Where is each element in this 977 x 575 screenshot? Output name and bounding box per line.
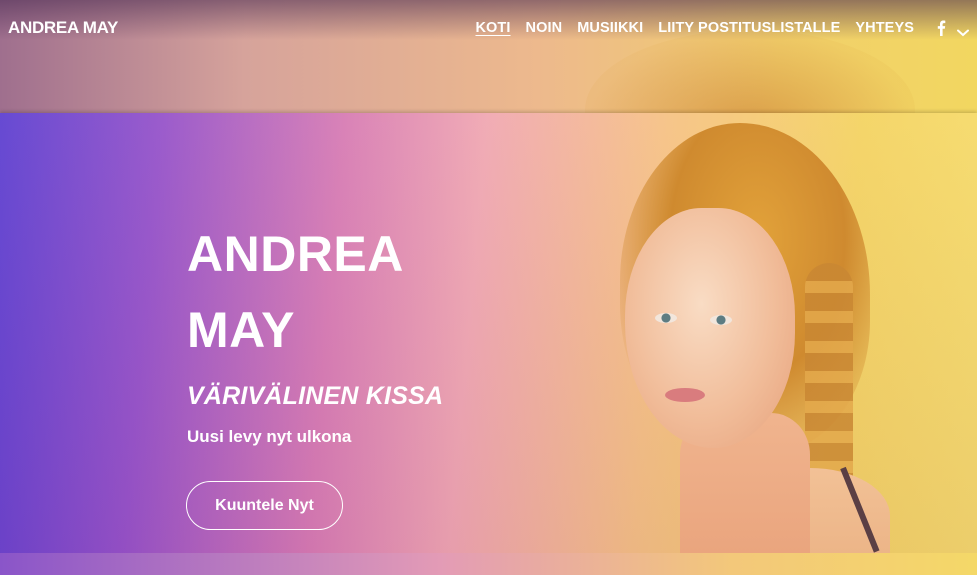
hero-subtitle: Uusi levy nyt ulkona — [187, 427, 352, 446]
chevron-down-icon[interactable] — [957, 24, 969, 37]
listen-now-button[interactable]: Kuuntele Nyt — [186, 481, 343, 530]
nav-item-koti[interactable]: KOTI — [475, 20, 510, 36]
nav-item-postituslista[interactable]: LIITY POSTITUSLISTALLE — [658, 20, 840, 36]
nav-item-musiikki[interactable]: MUSIIKKI — [577, 20, 643, 36]
facebook-icon[interactable] — [935, 20, 947, 36]
nav-item-yhteys[interactable]: YHTEYS — [855, 20, 914, 36]
bottom-background-strip — [0, 553, 977, 575]
site-header: ANDREA MAY KOTI NOIN MUSIIKKI LIITY POST… — [0, 0, 977, 56]
artist-name-line-1: ANDREA — [187, 226, 404, 282]
artist-name-line-2: MAY — [187, 302, 296, 358]
artist-portrait — [600, 113, 977, 553]
hero-text-block: ANDREA MAY VÄRIVÄLINEN KISSA Uusi levy n… — [187, 216, 607, 447]
site-logo[interactable]: ANDREA MAY — [8, 18, 118, 38]
main-nav: KOTI NOIN MUSIIKKI LIITY POSTITUSLISTALL… — [460, 20, 969, 37]
nav-item-noin[interactable]: NOIN — [526, 20, 563, 36]
album-title: VÄRIVÄLINEN KISSA — [187, 382, 444, 410]
